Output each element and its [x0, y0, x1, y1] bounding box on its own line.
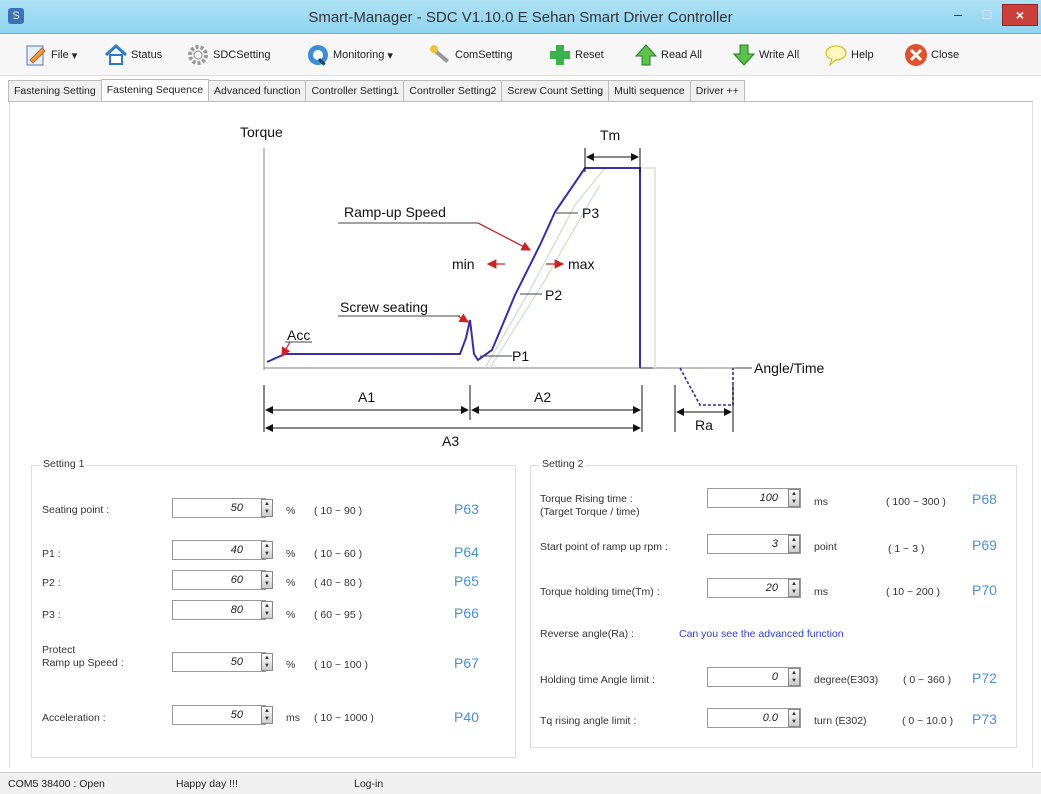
torque-holding-time-label: Torque holding time(Tm) :	[540, 586, 660, 598]
torque-holding-time-input[interactable]: 20	[707, 578, 801, 598]
p1-spinner[interactable]: ▲ ▼	[261, 541, 273, 559]
protect-label: Protect	[42, 644, 76, 656]
tq-rising-angle-range: ( 0 ~ 10.0 )	[902, 715, 954, 727]
p2-spinner[interactable]: ▲ ▼	[261, 571, 273, 589]
torque-holding-time-code: P70	[972, 582, 997, 598]
p3-input[interactable]: 80	[172, 600, 266, 620]
advanced-function-link[interactable]: Can you see the advanced function	[679, 628, 844, 640]
p3-unit: %	[286, 609, 296, 621]
seating-point-range: ( 10 ~ 90 )	[314, 505, 363, 517]
tq-rising-angle-unit: turn (E302)	[814, 715, 867, 727]
fastening-sequence-diagram: Torque Tm Ramp-up Speed P3 min max P2 Sc…	[240, 124, 825, 449]
p1-input[interactable]: 40	[172, 540, 266, 560]
torque-axis-label: Torque	[240, 124, 283, 140]
p2-field-label: P2 :	[42, 577, 61, 589]
start-point-ramp-unit: point	[814, 541, 837, 553]
acceleration-spinner[interactable]: ▲ ▼	[261, 706, 273, 724]
max-label: max	[568, 256, 594, 272]
min-label: min	[452, 256, 475, 272]
setting1-title: Setting 1	[40, 458, 88, 470]
status-message: Happy day !!!	[176, 778, 238, 790]
status-bar: COM5 38400 : Open Happy day !!! Log-in	[0, 772, 1041, 794]
holding-angle-limit-unit: degree(E303)	[814, 674, 879, 686]
seating-point-spinner[interactable]: ▲ ▼	[261, 499, 273, 517]
p2-unit: %	[286, 577, 296, 589]
ramp-up-speed-range: ( 10 ~ 100 )	[314, 659, 368, 671]
tq-rising-angle-input[interactable]: 0.0	[707, 708, 801, 728]
setting2-title: Setting 2	[539, 458, 587, 470]
seating-point-input[interactable]: 50	[172, 498, 266, 518]
ramp-up-speed-field-label: Ramp up Speed :	[42, 657, 124, 669]
a1-label: A1	[358, 389, 375, 405]
tq-rising-angle-code: P73	[972, 711, 997, 727]
seating-point-code: P63	[454, 501, 479, 517]
start-point-ramp-label: Start point of ramp up rpm :	[540, 541, 668, 553]
holding-angle-limit-code: P72	[972, 670, 997, 686]
p1-code: P64	[454, 544, 479, 560]
p3-code: P66	[454, 605, 479, 621]
seating-point-label: Seating point :	[42, 504, 110, 516]
start-point-ramp-range: ( 1 ~ 3 )	[888, 543, 925, 555]
ramp-up-speed-code: P67	[454, 655, 479, 671]
p2-code: P65	[454, 573, 479, 589]
torque-rising-time-sublabel: (Target Torque / time)	[540, 506, 640, 518]
p1-field-label: P1 :	[42, 548, 61, 560]
p1-unit: %	[286, 548, 296, 560]
ramp-up-speed-input[interactable]: 50	[172, 652, 266, 672]
torque-holding-time-range: ( 10 ~ 200 )	[886, 586, 940, 598]
p1-label: P1	[512, 348, 529, 364]
tq-rising-angle-label: Tq rising angle limit :	[540, 715, 637, 727]
acceleration-label: Acceleration :	[42, 712, 106, 724]
torque-rising-time-label: Torque Rising time :	[540, 493, 633, 505]
ramp-up-speed-unit: %	[286, 659, 296, 671]
acceleration-code: P40	[454, 709, 479, 725]
start-point-ramp-input[interactable]: 3	[707, 534, 801, 554]
p3-range: ( 60 ~ 95 )	[314, 609, 363, 621]
reverse-angle-label: Reverse angle(Ra) :	[540, 628, 634, 640]
holding-angle-limit-input[interactable]: 0	[707, 667, 801, 687]
seating-point-unit: %	[286, 505, 296, 517]
torque-rising-time-input[interactable]: 100	[707, 488, 801, 508]
curve-leader-lines	[285, 212, 752, 369]
ramp-up-speed-spinner[interactable]: ▲ ▼	[261, 653, 273, 671]
a3-label: A3	[442, 433, 459, 449]
p3-field-label: P3 :	[42, 609, 61, 621]
p3-spinner[interactable]: ▲ ▼	[261, 601, 273, 619]
torque-rising-time-spinner[interactable]: ▲ ▼	[788, 489, 800, 507]
a2-label: A2	[534, 389, 551, 405]
screw-seating-label: Screw seating	[340, 299, 428, 315]
login-status[interactable]: Log-in	[354, 778, 383, 790]
torque-rising-time-range: ( 100 ~ 300 )	[886, 496, 946, 508]
p2-input[interactable]: 60	[172, 570, 266, 590]
torque-holding-time-spinner[interactable]: ▲ ▼	[788, 579, 800, 597]
holding-angle-limit-label: Holding time Angle limit :	[540, 674, 655, 686]
ra-label: Ra	[695, 417, 713, 433]
angle-time-axis-label: Angle/Time	[754, 360, 825, 376]
a-dimensions	[263, 385, 643, 432]
axes	[263, 148, 735, 370]
tq-rising-angle-spinner[interactable]: ▲ ▼	[788, 709, 800, 727]
ramp-up-speed-label: Ramp-up Speed	[344, 204, 446, 220]
acceleration-range: ( 10 ~ 1000 )	[314, 712, 374, 724]
pointer-arrows	[281, 222, 565, 358]
torque-holding-time-unit: ms	[814, 586, 828, 598]
tm-label: Tm	[600, 127, 620, 143]
start-point-ramp-spinner[interactable]: ▲ ▼	[788, 535, 800, 553]
torque-rising-time-code: P68	[972, 491, 997, 507]
acc-label: Acc	[287, 327, 310, 343]
acceleration-unit: ms	[286, 712, 300, 724]
p1-range: ( 10 ~ 60 )	[314, 548, 363, 560]
holding-angle-limit-range: ( 0 ~ 360 )	[903, 674, 952, 686]
p3-label: P3	[582, 205, 599, 221]
port-status: COM5 38400 : Open	[8, 778, 105, 790]
p2-label: P2	[545, 287, 562, 303]
torque-rising-time-unit: ms	[814, 496, 828, 508]
acceleration-input[interactable]: 50	[172, 705, 266, 725]
start-point-ramp-code: P69	[972, 537, 997, 553]
holding-angle-limit-spinner[interactable]: ▲ ▼	[788, 668, 800, 686]
p2-range: ( 40 ~ 80 )	[314, 577, 363, 589]
